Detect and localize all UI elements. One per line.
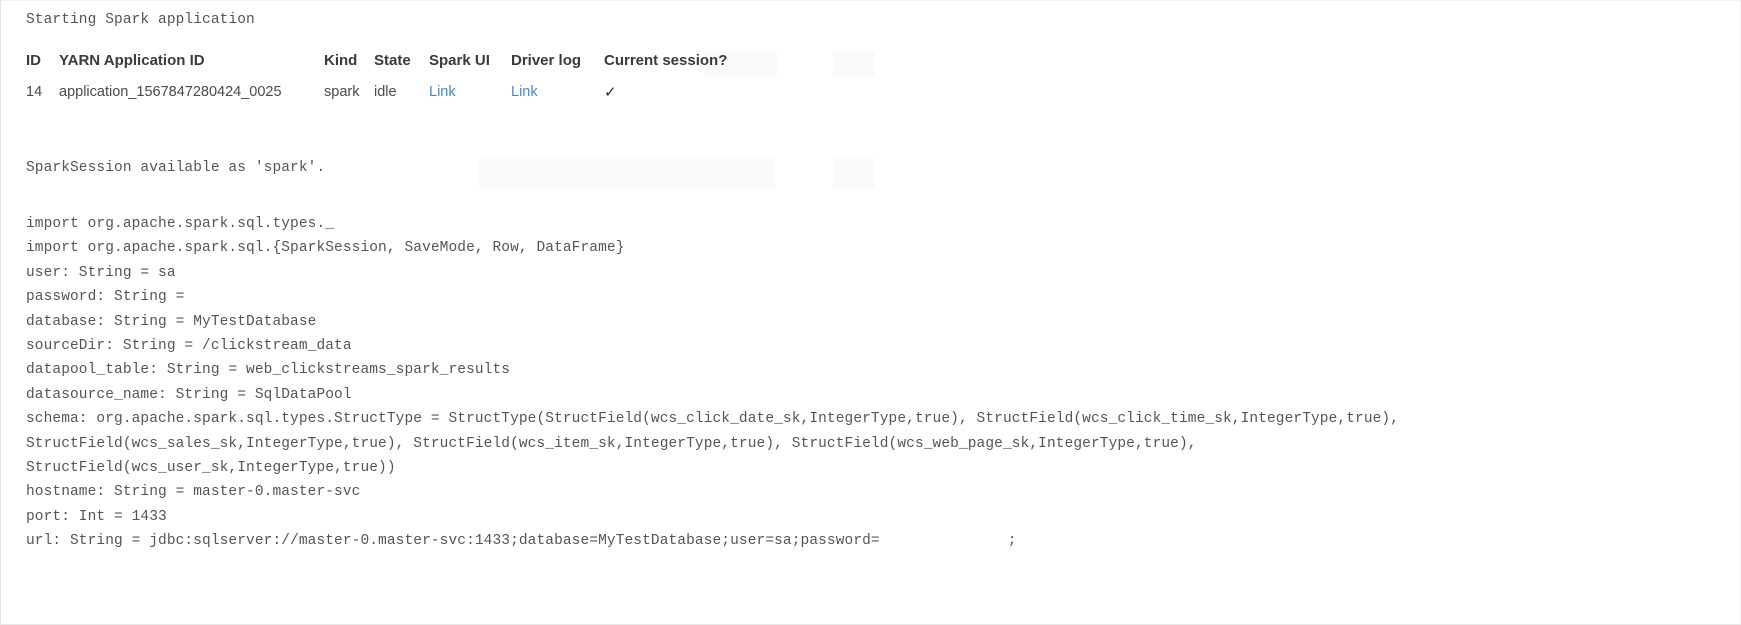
check-icon: ✓ (604, 84, 617, 101)
cell-id: 14 (26, 84, 43, 100)
output-line-datapool-table: datapool_table: String = web_clickstream… (26, 362, 511, 379)
driver-log-link[interactable]: Link (511, 84, 538, 100)
spark-ui-link[interactable]: Link (429, 84, 456, 100)
starting-spark-application-message: Starting Spark application (26, 12, 255, 28)
output-line-schema-part-1: schema: org.apache.spark.sql.types.Struc… (26, 411, 1400, 428)
spark-output-panel: Starting Spark application ID YARN Appli… (0, 0, 1741, 625)
ghost-cell-d (833, 159, 875, 189)
column-header-driver-log: Driver log (511, 52, 582, 69)
ghost-cell-b (833, 51, 875, 77)
output-line-user: user: String = sa (26, 264, 176, 281)
spark-session-available-message: SparkSession available as 'spark'. (26, 160, 326, 176)
output-line-import-sql: import org.apache.spark.sql.{SparkSessio… (26, 240, 625, 257)
cell-current-session: ✓ (604, 81, 744, 103)
table-header-row: ID YARN Application ID Kind State Spark … (26, 49, 824, 81)
ghost-cell-c (479, 159, 775, 189)
column-header-spacer (744, 49, 824, 81)
column-header-kind: Kind (324, 52, 358, 69)
output-line-source-dir: sourceDir: String = /clickstream_data (26, 338, 352, 355)
cell-driver-log: Link (511, 81, 604, 103)
output-line-hostname: hostname: String = master-0.master-svc (26, 484, 361, 501)
output-line-password: password: String = (26, 289, 185, 306)
url-prefix: url: String = jdbc:sqlserver://master-0.… (26, 533, 880, 550)
output-line-database: database: String = MyTestDatabase (26, 313, 317, 330)
output-line-port: port: Int = 1433 (26, 508, 167, 525)
output-line-url: url: String = jdbc:sqlserver://master-0.… (26, 529, 1399, 553)
column-header-state: State (374, 52, 411, 69)
cell-spacer (744, 81, 824, 103)
cell-kind: spark (324, 84, 360, 100)
output-line-schema-part-3: StructField(wcs_user_sk,IntegerType,true… (26, 460, 396, 477)
column-header-id: ID (26, 52, 41, 69)
output-line-schema-part-2: StructField(wcs_sales_sk,IntegerType,tru… (26, 435, 1197, 452)
table-row: 14 application_1567847280424_0025 spark … (26, 81, 824, 103)
cell-state: idle (374, 84, 397, 100)
cell-yarn-application-id: application_1567847280424_0025 (59, 84, 282, 100)
output-line-import-types: import org.apache.spark.sql.types._ (26, 216, 335, 232)
yarn-application-table: ID YARN Application ID Kind State Spark … (26, 49, 824, 103)
output-line-datasource-name: datasource_name: String = SqlDataPool (26, 386, 352, 403)
column-header-yarn-application-id: YARN Application ID (59, 52, 205, 69)
column-header-current-session: Current session? (604, 52, 728, 69)
scala-code-output: import org.apache.spark.sql.types._ impo… (26, 212, 1399, 554)
cell-spark-ui: Link (429, 81, 511, 103)
url-suffix: ; (1007, 533, 1017, 550)
column-header-spark-ui: Spark UI (429, 52, 490, 69)
